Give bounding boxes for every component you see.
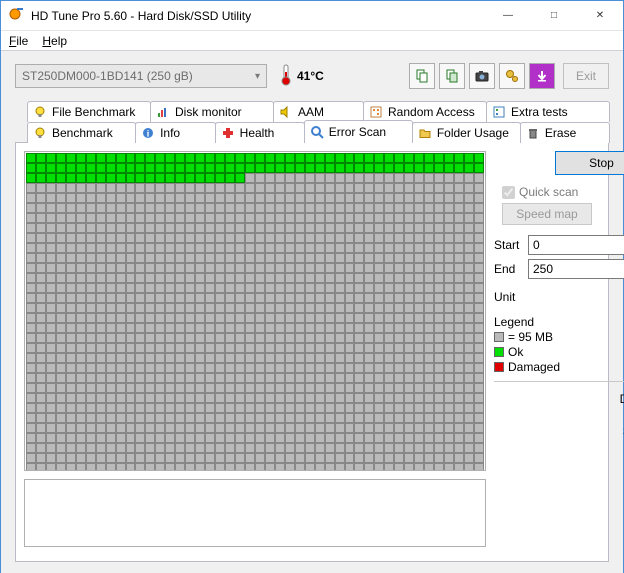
settings-button[interactable] xyxy=(499,63,525,89)
folder-icon xyxy=(417,125,433,141)
drive-select[interactable]: ST250DM000-1BD141 (250 gB) xyxy=(15,64,267,88)
drive-select-label: ST250DM000-1BD141 (250 gB) xyxy=(22,69,193,83)
tab-folder-usage[interactable]: Folder Usage xyxy=(412,122,521,143)
tabs: File Benchmark Disk monitor AAM Random A… xyxy=(15,101,609,143)
tab-disk-monitor[interactable]: Disk monitor xyxy=(150,101,274,122)
app-icon xyxy=(9,6,25,25)
start-spinner[interactable]: ▲▼ xyxy=(528,235,624,255)
error-scan-panel: Stop Quick scan Speed map Start ▲▼ End xyxy=(15,142,609,562)
start-input[interactable] xyxy=(528,235,624,255)
window-buttons: — □ ✕ xyxy=(485,1,623,30)
tab-aam[interactable]: AAM xyxy=(273,101,364,122)
tab-info[interactable]: i Info xyxy=(135,122,216,143)
maximize-button[interactable]: □ xyxy=(531,1,577,30)
damaged-blocks-value: 0.0 % xyxy=(494,406,624,420)
titlebar: HD Tune Pro 5.60 - Hard Disk/SSD Utility… xyxy=(1,1,623,31)
end-label: End xyxy=(494,262,528,276)
log-box xyxy=(24,479,486,547)
position-value: 19 gB xyxy=(494,470,624,484)
random-icon xyxy=(368,104,384,120)
tab-label: Benchmark xyxy=(52,126,113,140)
quick-scan-label: Quick scan xyxy=(519,185,578,199)
legend-ok-label: Ok xyxy=(508,345,523,359)
quick-scan-checkbox: Quick scan xyxy=(502,185,624,199)
exit-button[interactable]: Exit xyxy=(563,63,609,89)
tab-label: Random Access xyxy=(388,105,475,119)
menu-help[interactable]: Help xyxy=(42,34,67,48)
content-area: ST250DM000-1BD141 (250 gB) 41°C xyxy=(1,51,623,573)
legend-damaged-icon xyxy=(494,362,504,372)
tab-label: Error Scan xyxy=(329,125,386,139)
scanning-speed-value: n/a xyxy=(494,438,624,452)
screenshot-button[interactable] xyxy=(469,63,495,89)
tab-label: Info xyxy=(160,126,180,140)
stop-button[interactable]: Stop xyxy=(555,151,624,175)
menu-file[interactable]: File xyxy=(9,34,28,48)
info-icon: i xyxy=(140,125,156,141)
tab-erase[interactable]: Erase xyxy=(520,122,610,143)
legend-title: Legend xyxy=(494,315,624,329)
save-button[interactable] xyxy=(529,63,555,89)
tab-label: Extra tests xyxy=(511,105,568,119)
tests-icon xyxy=(491,104,507,120)
tab-extra-tests[interactable]: Extra tests xyxy=(486,101,610,122)
temperature-display: 41°C xyxy=(279,64,324,89)
speed-map-label: Speed map xyxy=(516,207,577,221)
damaged-blocks-label: Damaged blocks xyxy=(494,392,624,406)
unit-label: Unit xyxy=(494,290,528,304)
tool-buttons xyxy=(409,63,555,89)
position-label: Position xyxy=(494,456,624,470)
search-icon xyxy=(309,124,325,140)
close-button[interactable]: ✕ xyxy=(577,1,623,30)
end-spinner[interactable]: ▲▼ xyxy=(528,259,624,279)
tab-error-scan[interactable]: Error Scan xyxy=(304,120,413,143)
side-panel: Stop Quick scan Speed map Start ▲▼ End xyxy=(494,151,624,553)
minimize-button[interactable]: — xyxy=(485,1,531,30)
legend-block-label: = 95 MB xyxy=(508,330,553,344)
bulb-icon xyxy=(32,104,48,120)
end-input[interactable] xyxy=(528,259,624,279)
menubar: File Help xyxy=(1,31,623,51)
copy-results-button[interactable] xyxy=(439,63,465,89)
temperature-value: 41°C xyxy=(297,69,324,83)
legend-damaged-label: Damaged xyxy=(508,360,560,374)
elapsed-time-label: Elapsed time xyxy=(494,488,624,502)
speed-map-button: Speed map xyxy=(502,203,592,225)
tab-label: File Benchmark xyxy=(52,105,135,119)
bulb-icon xyxy=(32,125,48,141)
chart-icon xyxy=(155,104,171,120)
thermometer-icon xyxy=(279,64,293,89)
tab-label: Erase xyxy=(545,126,576,140)
tab-label: Disk monitor xyxy=(175,105,242,119)
speaker-icon xyxy=(278,104,294,120)
tab-label: Health xyxy=(240,126,275,140)
elapsed-time-value: 0:03 xyxy=(494,502,624,516)
exit-button-label: Exit xyxy=(576,69,596,83)
health-icon xyxy=(220,125,236,141)
trash-icon xyxy=(525,125,541,141)
copy-info-button[interactable] xyxy=(409,63,435,89)
tab-file-benchmark[interactable]: File Benchmark xyxy=(27,101,151,122)
legend: Legend = 95 MB Ok Damaged xyxy=(494,315,624,375)
tab-health[interactable]: Health xyxy=(215,122,305,143)
block-grid xyxy=(24,151,486,471)
quick-scan-input xyxy=(502,186,515,199)
tab-random-access[interactable]: Random Access xyxy=(363,101,487,122)
stop-button-label: Stop xyxy=(589,156,614,170)
toolbar: ST250DM000-1BD141 (250 gB) 41°C xyxy=(15,61,609,91)
tab-label: AAM xyxy=(298,105,324,119)
legend-block-icon xyxy=(494,332,504,342)
tab-benchmark[interactable]: Benchmark xyxy=(27,122,136,143)
start-label: Start xyxy=(494,238,528,252)
window-title: HD Tune Pro 5.60 - Hard Disk/SSD Utility xyxy=(31,9,485,23)
tab-label: Folder Usage xyxy=(437,126,509,140)
scanning-speed-label: Scanning speed xyxy=(494,424,624,438)
legend-ok-icon xyxy=(494,347,504,357)
